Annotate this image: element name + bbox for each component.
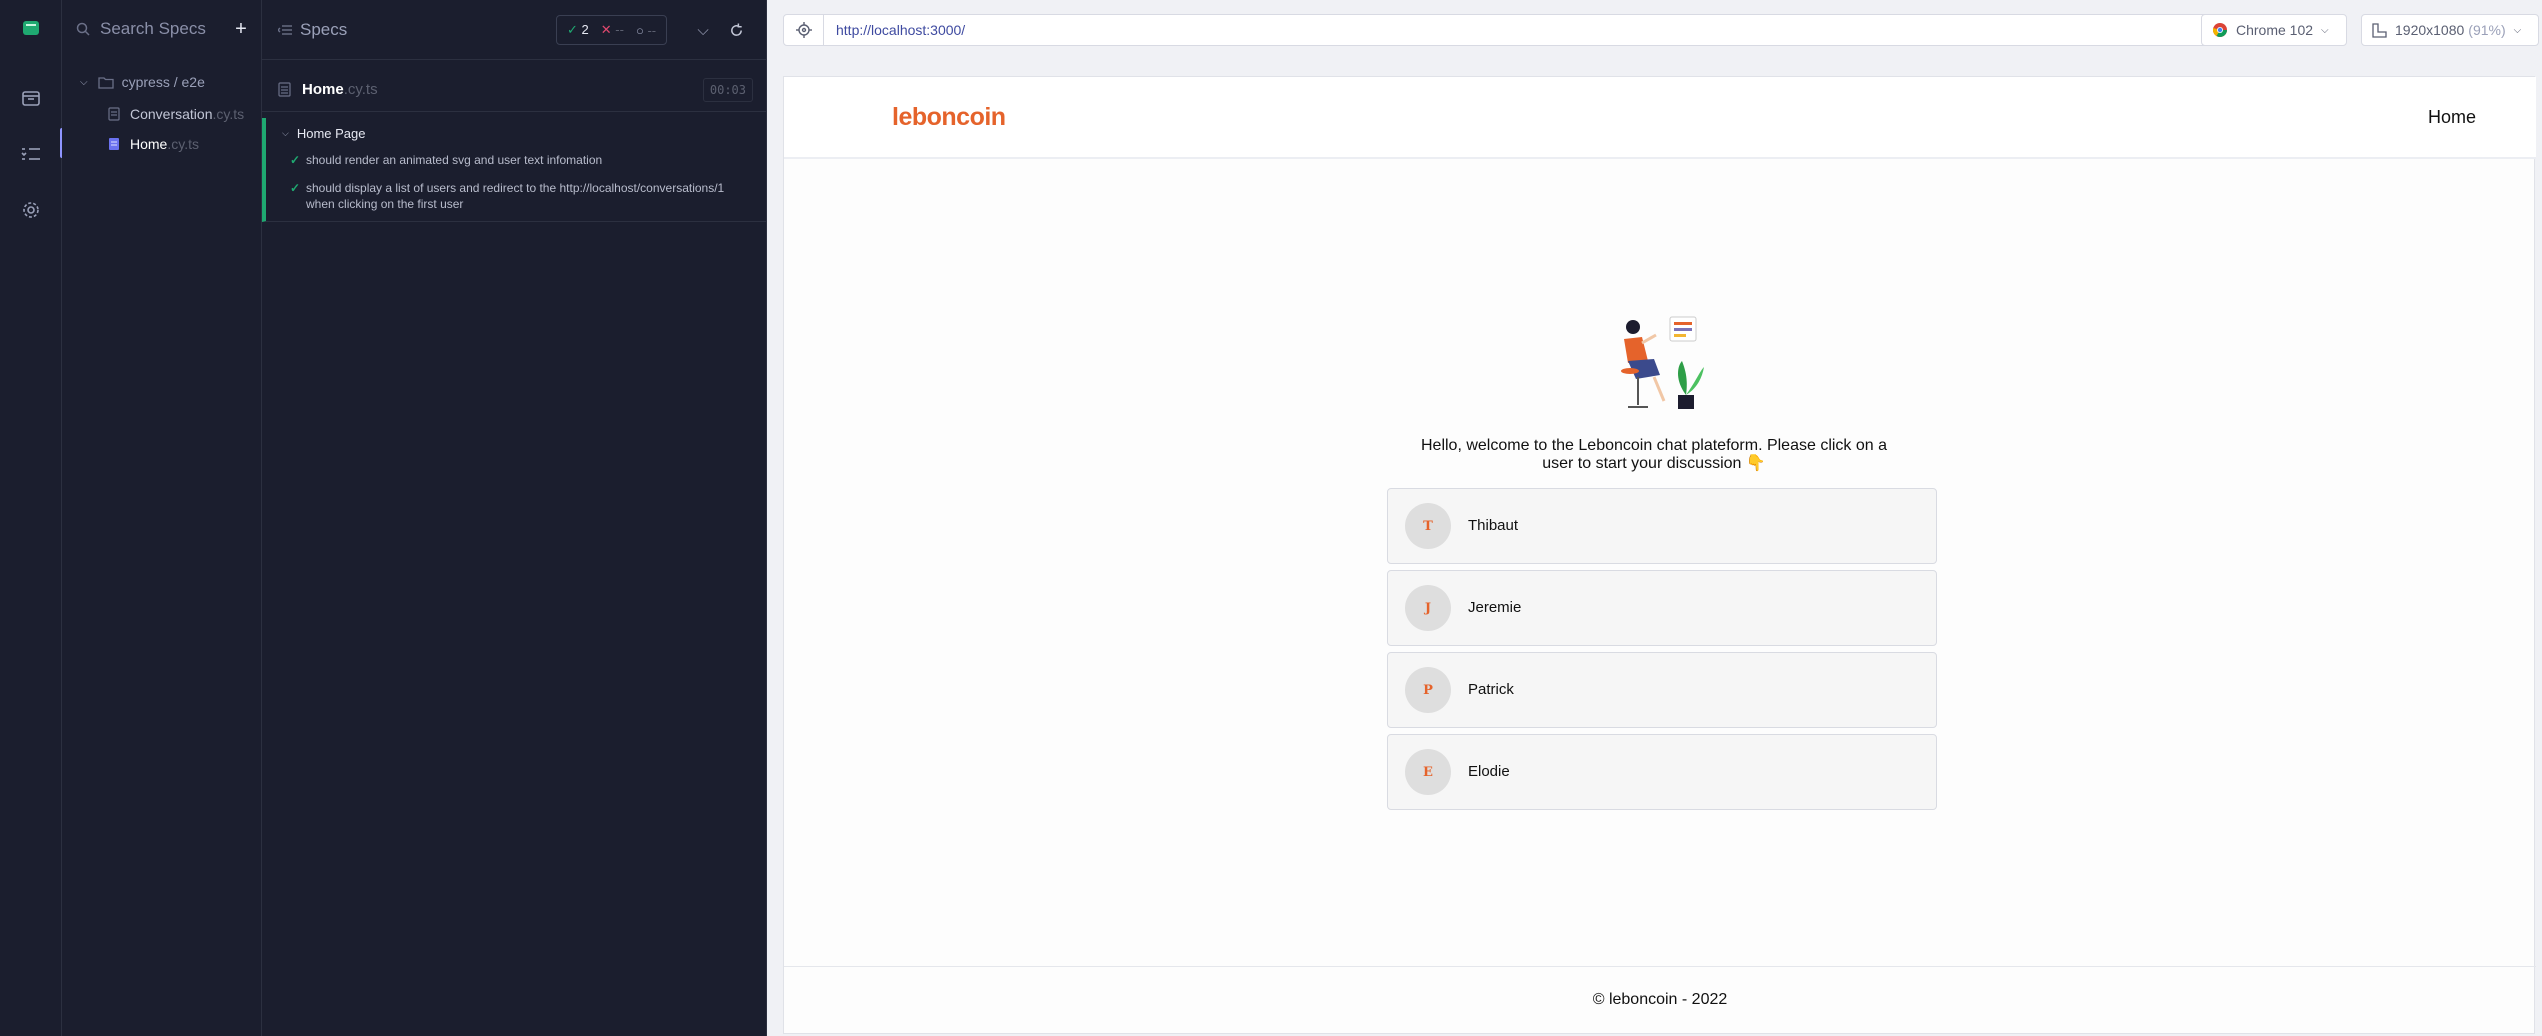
test-suite-home-page[interactable]: ⌵ Home Page ✓ should render an animated … (262, 118, 767, 222)
side-nav-rail (0, 0, 64, 1036)
search-specs-placeholder: Search Specs (100, 19, 206, 38)
user-avatar: E (1405, 749, 1451, 795)
new-spec-button[interactable]: + (228, 16, 254, 42)
selector-playground-icon[interactable] (784, 15, 824, 45)
test-title: should display a list of users and redir… (306, 181, 725, 211)
passed-count: ✓ 2 (567, 22, 589, 37)
user-avatar: J (1405, 585, 1451, 631)
app-footer: © leboncoin - 2022 (784, 966, 2536, 1035)
specs-list-icon[interactable] (0, 132, 62, 176)
spec-file-name: Conversation (130, 106, 213, 122)
reporter-title: Specs (300, 20, 348, 39)
chevron-down-icon: ⌵ (2513, 24, 2522, 36)
nav-home-link[interactable]: Home (2428, 107, 2476, 128)
app-header: leboncoin Home (784, 77, 2536, 159)
viewport-size: 1920x1080 (2395, 22, 2465, 38)
suite-title[interactable]: ⌵ Home Page (282, 126, 365, 141)
user-name: Thibaut (1468, 517, 1519, 534)
user-name: Jeremie (1468, 599, 1522, 616)
cypress-logo-icon[interactable] (0, 6, 62, 50)
spec-duration: 00:03 (702, 78, 753, 102)
test-title: should render an animated svg and user t… (306, 153, 603, 167)
chevron-down-icon: ⌵ (282, 128, 289, 138)
settings-gear-icon[interactable] (0, 188, 62, 232)
url-text: http://localhost:3000/ (836, 22, 966, 38)
search-specs-field[interactable]: Search Specs + (76, 14, 254, 44)
check-icon: ✓ (567, 22, 578, 37)
cross-icon: ✕ (600, 22, 612, 37)
url-bar[interactable]: http://localhost:3000/ (783, 14, 2233, 46)
viewport-zoom: (91%) (2468, 22, 2506, 38)
spec-file-ext: .cy.ts (212, 106, 245, 122)
document-icon (108, 107, 120, 121)
runs-icon[interactable] (0, 76, 62, 120)
user-card[interactable]: P Patrick (1387, 652, 1937, 728)
folder-icon (97, 76, 114, 89)
browser-name: Chrome 102 (2236, 22, 2314, 38)
user-card[interactable]: T Thibaut (1387, 488, 1937, 564)
user-avatar: P (1405, 667, 1451, 713)
rerun-icon[interactable] (720, 15, 752, 45)
test-stats: ✓ 2 ✕ -- ○ -- (556, 15, 668, 45)
list-collapse-icon (278, 25, 292, 35)
test-item[interactable]: ✓ should render an animated svg and user… (290, 152, 602, 168)
test-item[interactable]: ✓ should display a list of users and red… (290, 180, 740, 212)
viewport-icon (2372, 22, 2387, 38)
app-frame: leboncoin Home Hello, welcome to the Leb… (783, 76, 2536, 1035)
user-avatar: T (1405, 503, 1451, 549)
document-icon (109, 138, 119, 150)
spec-file-conversation[interactable]: Conversation .cy.ts (108, 106, 244, 122)
chrome-icon (2212, 23, 2227, 37)
specs-tree-panel: Search Specs + ⌵ cypress / e2e Conversat… (62, 0, 262, 1036)
footer-copyright: © leboncoin - 2022 (1592, 991, 1728, 1008)
search-icon (76, 22, 90, 36)
chevron-down-icon: ⌵ (2321, 24, 2329, 36)
run-options-chevron-icon[interactable]: ⌵ (687, 15, 719, 45)
current-spec-row: Home.cy.ts 00:03 (262, 68, 767, 112)
welcome-text: Hello, welcome to the Leboncoin chat pla… (1420, 437, 1888, 472)
user-name: Patrick (1468, 681, 1514, 698)
spec-file-name: Home (130, 136, 168, 152)
failed-count: ✕ -- (600, 22, 624, 37)
viewport-info[interactable]: 1920x1080 (91%) ⌵ (2361, 14, 2539, 46)
browser-selector[interactable]: Chrome 102 ⌵ (2201, 14, 2347, 46)
chevron-down-icon: ⌵ (80, 76, 88, 88)
user-name: Elodie (1468, 763, 1510, 780)
spec-file-ext: .cy.ts (167, 136, 199, 152)
welcome-illustration (1621, 316, 1704, 409)
pending-circle-icon: ○ (635, 22, 644, 38)
app-under-test-area: http://localhost:3000/ Chrome 102 ⌵ 1920… (767, 0, 2542, 1036)
check-icon: ✓ (290, 181, 301, 195)
spec-file-home[interactable]: Home .cy.ts (108, 136, 199, 152)
pending-count: ○ -- (635, 22, 657, 38)
current-spec-name: Home.cy.ts (302, 81, 378, 98)
user-card[interactable]: J Jeremie (1387, 570, 1937, 646)
folder-label: cypress / e2e (121, 74, 205, 90)
user-card[interactable]: E Elodie (1387, 734, 1937, 810)
brand-logo[interactable]: leboncoin (892, 103, 1006, 132)
specs-toggle[interactable]: Specs (278, 20, 347, 40)
document-icon (278, 82, 291, 97)
reporter-header: Specs ✓ 2 ✕ -- ○ -- ⌵ (262, 0, 767, 60)
test-reporter-panel: Specs ✓ 2 ✕ -- ○ -- ⌵ Home.cy.ts 00:03 ⌵… (262, 0, 767, 1036)
folder-row-e2e[interactable]: ⌵ cypress / e2e (80, 74, 205, 90)
check-icon: ✓ (290, 153, 301, 167)
